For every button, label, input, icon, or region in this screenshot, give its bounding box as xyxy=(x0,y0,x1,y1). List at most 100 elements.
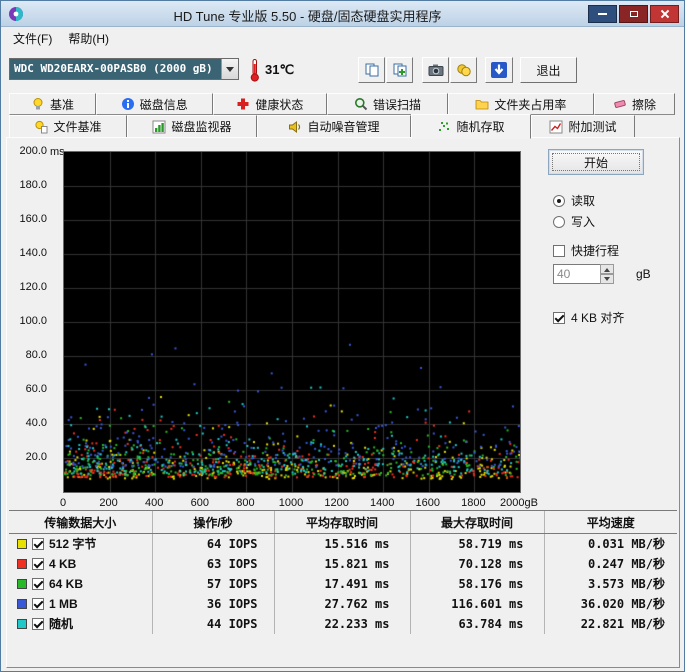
header-transfer-size: 传输数据大小 xyxy=(9,510,152,534)
tab-label: 自动噪音管理 xyxy=(307,120,380,134)
minimize-button[interactable] xyxy=(588,5,617,23)
options-button[interactable] xyxy=(450,57,477,83)
coins-icon xyxy=(456,64,471,77)
close-button[interactable] xyxy=(650,5,679,23)
x-tick-label: 200 xyxy=(99,497,118,509)
avg-time-value: 27.762 ms xyxy=(273,593,410,614)
download-arrow-icon xyxy=(491,62,507,78)
max-time-value: 63.784 ms xyxy=(409,613,544,634)
y-tick-label: 80.0 xyxy=(25,349,47,361)
copy-add-button[interactable] xyxy=(386,57,413,83)
exit-button[interactable]: 退出 xyxy=(520,57,577,83)
header-max-access-time: 最大存取时间 xyxy=(409,510,544,534)
row-checkbox[interactable] xyxy=(32,597,44,610)
table-row: 1 MB 36 IOPS 27.762 ms 116.601 ms 36.020… xyxy=(9,593,677,614)
row-checkbox[interactable] xyxy=(32,557,44,570)
x-tick-label: 600 xyxy=(190,497,209,509)
camera-icon xyxy=(428,64,443,76)
x-tick-label: 1600 xyxy=(415,497,441,509)
row-label: 4 KB xyxy=(49,556,77,571)
menu-file[interactable]: 文件(F) xyxy=(5,28,60,49)
screenshot-button[interactable] xyxy=(422,57,449,83)
short-stroke-stepper xyxy=(600,264,614,284)
extra-tests-icon xyxy=(549,120,563,134)
table-row: 64 KB 57 IOPS 17.491 ms 58.176 ms 3.573 … xyxy=(9,573,677,594)
close-icon xyxy=(660,9,670,19)
iops-value: 57 IOPS xyxy=(151,573,274,594)
tab-label: 附加测试 xyxy=(568,120,617,134)
menubar: 文件(F) 帮助(H) xyxy=(1,28,684,48)
spin-up-button[interactable] xyxy=(600,264,614,274)
y-tick-label: 160.0 xyxy=(19,213,47,225)
maximize-icon xyxy=(629,11,638,17)
iops-value: 64 IOPS xyxy=(151,533,274,554)
tab-label: 健康状态 xyxy=(255,97,304,112)
info-icon xyxy=(121,97,135,111)
menu-help[interactable]: 帮助(H) xyxy=(60,28,117,49)
window-controls xyxy=(588,5,679,23)
tab-disk-info[interactable]: 磁盘信息 xyxy=(95,93,213,115)
tab-health[interactable]: 健康状态 xyxy=(212,93,328,115)
y-tick-label: 20.0 xyxy=(25,451,47,463)
row-checkbox[interactable] xyxy=(32,577,44,590)
y-tick-label: 140.0 xyxy=(19,247,47,259)
tab-folder-usage[interactable]: 文件夹占用率 xyxy=(447,93,594,115)
window-title: HD Tune 专业版 5.50 - 硬盘/固态硬盘实用程序 xyxy=(173,9,442,24)
x-tick-label: 1800 xyxy=(461,497,486,509)
speed-value: 36.020 MB/秒 xyxy=(543,593,677,614)
update-button[interactable] xyxy=(485,57,513,83)
chevron-down-icon[interactable] xyxy=(221,59,238,79)
avg-time-value: 15.821 ms xyxy=(273,553,410,574)
temperature-label: 31℃ xyxy=(265,62,295,77)
start-button-label: 开始 xyxy=(583,155,608,170)
spin-down-button[interactable] xyxy=(600,274,614,284)
short-stroke-label: 快捷行程 xyxy=(571,244,620,258)
read-radio-label: 读取 xyxy=(571,194,596,208)
header-iops: 操作/秒 xyxy=(151,510,274,534)
lightbulb-icon xyxy=(31,97,45,111)
file-benchmark-icon xyxy=(34,120,48,134)
max-time-value: 58.176 ms xyxy=(409,573,544,594)
tab-file-benchmark[interactable]: 文件基准 xyxy=(9,115,127,138)
row-checkbox[interactable] xyxy=(32,537,44,550)
row-label: 64 KB xyxy=(49,576,84,591)
write-radio[interactable]: 写入 xyxy=(553,213,595,230)
copy-results-button[interactable] xyxy=(358,57,385,83)
tab-extra-tests[interactable]: 附加测试 xyxy=(531,115,635,138)
read-radio-control xyxy=(553,194,565,207)
row-label: 随机 xyxy=(49,617,74,631)
tab-aam[interactable]: 自动噪音管理 xyxy=(257,115,411,138)
tab-erase[interactable]: 擦除 xyxy=(593,93,675,115)
max-time-value: 58.719 ms xyxy=(409,533,544,554)
drive-select-value: WDC WD20EARX-00PASB0 (2000 gB) xyxy=(14,62,213,75)
short-stroke-size-row: gB xyxy=(553,264,651,284)
y-tick-label: 40.0 xyxy=(25,417,47,429)
tab-disk-monitor[interactable]: 磁盘监视器 xyxy=(127,115,257,138)
row-checkbox[interactable] xyxy=(32,617,44,630)
tab-random-access[interactable]: 随机存取 xyxy=(411,114,531,139)
app-window: HD Tune 专业版 5.50 - 硬盘/固态硬盘实用程序 文件(F) 帮助(… xyxy=(0,0,685,672)
tab-label: 文件夹占用率 xyxy=(494,97,567,112)
tab-label: 随机存取 xyxy=(456,120,505,134)
tab-error-scan[interactable]: 错误扫描 xyxy=(327,93,448,115)
read-radio[interactable]: 读取 xyxy=(553,192,595,209)
tab-label: 基准 xyxy=(49,97,74,112)
header-avg-speed: 平均速度 xyxy=(543,510,677,534)
tab-row-1: 基准 磁盘信息 健康状态 错误扫描 文件夹占用率 擦除 xyxy=(9,93,675,115)
kb-align-checkbox[interactable]: 4 KB 对齐 xyxy=(553,309,624,326)
avg-time-value: 17.491 ms xyxy=(273,573,410,594)
thermometer-icon xyxy=(250,59,259,82)
maximize-button[interactable] xyxy=(619,5,648,23)
x-tick-label: 2000gB xyxy=(500,497,538,509)
y-tick-label: 200.0 xyxy=(19,145,47,157)
toolbar: WDC WD20EARX-00PASB0 (2000 gB) 31℃ 退出 xyxy=(1,48,684,92)
health-cross-icon xyxy=(236,97,250,111)
short-stroke-checkbox[interactable]: 快捷行程 xyxy=(553,242,619,259)
x-tick-label: 400 xyxy=(145,497,164,509)
iops-value: 44 IOPS xyxy=(151,613,274,634)
drive-select[interactable]: WDC WD20EARX-00PASB0 (2000 gB) xyxy=(9,58,239,80)
iops-value: 36 IOPS xyxy=(151,593,274,614)
tab-benchmark[interactable]: 基准 xyxy=(9,93,96,115)
start-button[interactable]: 开始 xyxy=(548,149,644,175)
short-stroke-input[interactable] xyxy=(553,264,601,284)
